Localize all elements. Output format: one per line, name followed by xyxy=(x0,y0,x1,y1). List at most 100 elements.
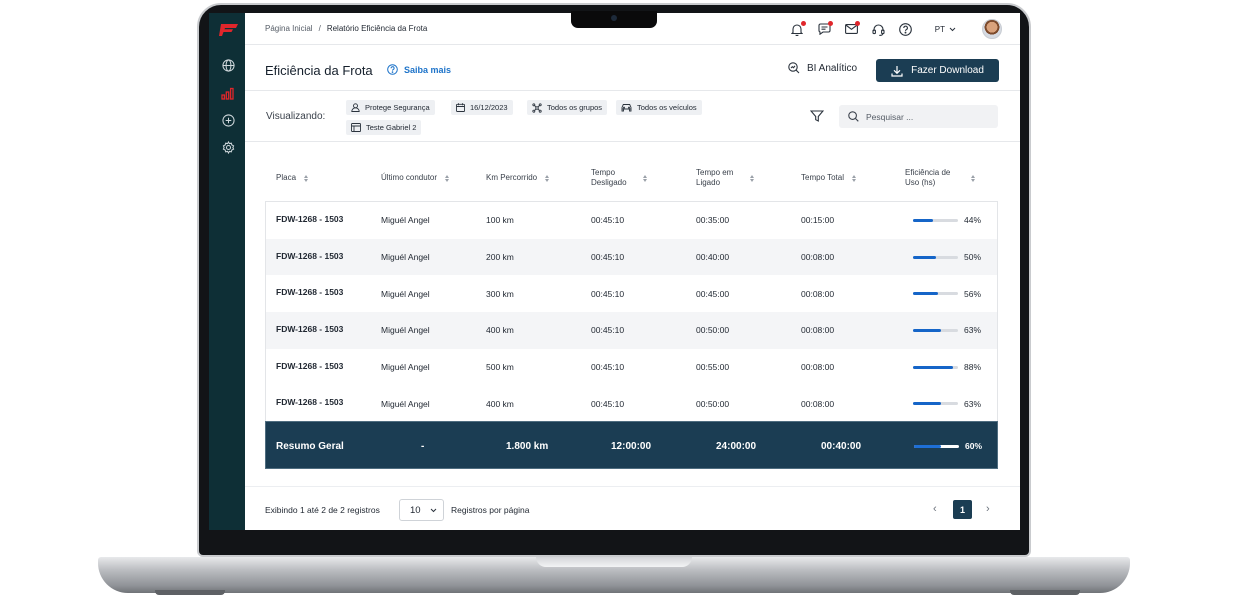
sort-icon xyxy=(971,174,975,182)
chat-icon[interactable] xyxy=(817,20,833,37)
efficiency-bar-fill xyxy=(913,292,939,296)
language-label: PT xyxy=(934,24,945,34)
prev-page-icon[interactable]: ‹ xyxy=(933,503,937,515)
filter-chip-label: Todos os veículos xyxy=(637,103,697,112)
laptop-foot xyxy=(1010,590,1080,595)
per-page-select[interactable]: 10 xyxy=(399,499,444,521)
help-icon[interactable] xyxy=(898,22,913,37)
column-header-condutor[interactable]: Último condutor xyxy=(381,158,450,198)
filter-funnel-icon[interactable] xyxy=(810,109,824,123)
sort-icon xyxy=(445,174,450,182)
table-row[interactable]: FDW-1268 - 1503 Miguél Angel 400 km 00:4… xyxy=(266,312,997,349)
efficiency-value: 88% xyxy=(964,362,982,373)
filter-chip-groups[interactable]: Todos os grupos xyxy=(527,100,608,115)
cell-tempo-total: 00:08:00 xyxy=(801,288,835,299)
search-box xyxy=(839,105,998,128)
help-circle-icon xyxy=(387,64,398,75)
globe-icon[interactable] xyxy=(220,57,236,73)
notification-dot xyxy=(800,20,806,26)
sort-icon xyxy=(750,174,754,182)
sidebar xyxy=(209,13,245,530)
chevron-down-icon xyxy=(949,27,956,31)
cell-condutor: Miguél Angel xyxy=(381,398,430,409)
cell-km: 200 km xyxy=(486,252,514,263)
sort-icon xyxy=(852,174,856,182)
summary-label: Resumo Geral xyxy=(276,440,344,452)
efficiency-value: 56% xyxy=(964,288,982,299)
cell-placa: FDW-1268 - 1503 xyxy=(276,360,344,371)
bi-analitico-button[interactable]: BI Analítico xyxy=(788,62,857,74)
column-header-tempo-desligado[interactable]: Tempo Desligado xyxy=(591,158,647,198)
search-input[interactable] xyxy=(866,111,986,122)
page-header: Eficiência da Frota Saiba mais BI Analít… xyxy=(245,45,1020,91)
per-page-label: Registros por página xyxy=(451,505,530,515)
filter-chip-date[interactable]: 16/12/2023 xyxy=(451,100,513,115)
breadcrumb-home[interactable]: Página Inicial xyxy=(265,24,313,33)
table-row[interactable]: FDW-1268 - 1503 Miguél Angel 500 km 00:4… xyxy=(266,349,997,386)
cell-tempo-ligado: 00:40:00 xyxy=(696,252,730,263)
gear-icon[interactable] xyxy=(220,139,236,155)
table-row[interactable]: FDW-1268 - 1503 Miguél Angel 200 km 00:4… xyxy=(266,238,997,276)
headset-icon[interactable] xyxy=(871,22,886,37)
summary-condutor: - xyxy=(421,440,425,452)
download-button[interactable]: Fazer Download xyxy=(876,59,999,82)
cell-placa: FDW-1268 - 1503 xyxy=(276,214,344,224)
page-number-current[interactable]: 1 xyxy=(953,500,972,519)
bar-chart-icon[interactable] xyxy=(220,85,236,101)
table-row[interactable]: FDW-1268 - 1503 Miguél Angel 100 km 00:4… xyxy=(266,202,997,239)
cell-tempo-total: 00:08:00 xyxy=(801,362,835,373)
cell-eficiencia: 50% xyxy=(913,239,981,276)
search-icon xyxy=(848,111,859,122)
filter-chip-company[interactable]: Protege Segurança xyxy=(346,100,435,115)
laptop-opening-notch xyxy=(536,557,692,567)
groups-icon xyxy=(532,102,542,113)
efficiency-bar-fill xyxy=(913,402,942,406)
efficiency-bar-fill xyxy=(913,255,936,259)
filter-chip-vehicles[interactable]: Todos os veículos xyxy=(616,100,702,115)
pagination-footer: Exibindo 1 até 2 de 2 registros 10 Regis… xyxy=(245,486,1020,530)
cell-tempo-desligado: 00:45:10 xyxy=(591,252,625,263)
column-header-eficiencia[interactable]: Eficiência de Uso (hs) xyxy=(905,158,975,198)
bell-icon[interactable] xyxy=(790,20,806,37)
notification-dot xyxy=(827,20,833,26)
cell-condutor: Miguél Angel xyxy=(381,252,430,263)
column-header-label: Placa xyxy=(276,173,297,182)
cell-condutor: Miguél Angel xyxy=(381,288,430,299)
cell-tempo-ligado: 00:35:00 xyxy=(696,215,730,226)
download-icon xyxy=(891,65,903,77)
column-header-km[interactable]: Km Percorrido xyxy=(486,158,550,198)
column-header-tempo-total[interactable]: Tempo Total xyxy=(801,158,856,198)
user-icon xyxy=(351,103,360,112)
saiba-mais-label: Saiba mais xyxy=(404,64,452,75)
main-content: Página Inicial / Relatório Eficiência da F… xyxy=(245,13,1020,530)
cell-km: 400 km xyxy=(486,398,514,409)
filter-chip-report[interactable]: Teste Gabriel 2 xyxy=(346,120,422,135)
brand-logo[interactable] xyxy=(219,23,239,37)
cell-tempo-desligado: 00:45:10 xyxy=(591,288,625,299)
table-row[interactable]: FDW-1268 - 1503 Miguél Angel 300 km 00:4… xyxy=(266,275,997,312)
summary-eficiencia: 60% xyxy=(914,422,982,470)
mail-icon[interactable] xyxy=(844,20,860,37)
efficiency-bar xyxy=(914,444,959,448)
cell-condutor: Miguél Angel xyxy=(381,215,430,226)
saiba-mais-link[interactable]: Saiba mais xyxy=(387,64,451,75)
efficiency-bar xyxy=(913,218,958,222)
avatar[interactable] xyxy=(982,19,1002,39)
sort-icon xyxy=(545,174,550,182)
cell-tempo-desligado: 00:45:10 xyxy=(591,325,625,336)
cell-placa: FDW-1268 - 1503 xyxy=(276,287,344,298)
next-page-icon[interactable]: › xyxy=(986,503,990,515)
column-header-label: Tempo Total xyxy=(801,173,844,182)
add-circle-icon[interactable] xyxy=(220,112,236,128)
cell-eficiencia: 63% xyxy=(913,385,981,422)
bi-analitico-label: BI Analítico xyxy=(807,62,858,74)
efficiency-value: 50% xyxy=(964,252,982,263)
column-header-placa[interactable]: Placa xyxy=(276,158,309,198)
filter-chip-label: 16/12/2023 xyxy=(470,103,508,112)
column-header-tempo-ligado[interactable]: Tempo em Ligado xyxy=(696,158,754,198)
table-row[interactable]: FDW-1268 - 1503 Miguél Angel 400 km 00:4… xyxy=(266,385,997,422)
app-screen: Página Inicial / Relatório Eficiência da F… xyxy=(209,13,1020,530)
column-header-label: Tempo em Ligado xyxy=(696,168,734,187)
cell-tempo-total: 00:15:00 xyxy=(801,215,835,226)
language-selector[interactable]: PT xyxy=(935,25,956,34)
